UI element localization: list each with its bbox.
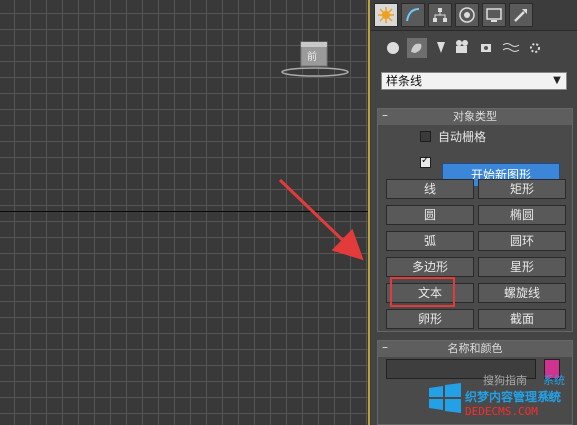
- lights-icon[interactable]: [431, 38, 451, 58]
- category-dropdown-value: 样条线: [386, 74, 423, 88]
- collapse-icon[interactable]: –: [382, 339, 388, 355]
- ngon-button[interactable]: 多边形: [386, 257, 474, 277]
- create-subcategory-row: [377, 38, 573, 58]
- rectangle-button[interactable]: 矩形: [478, 179, 566, 199]
- arc-button[interactable]: 弧: [386, 231, 474, 251]
- rollout-title: 名称和颜色: [447, 342, 503, 355]
- rollout-header[interactable]: – 名称和颜色: [378, 339, 572, 357]
- category-dropdown[interactable]: 样条线 ▼: [381, 72, 567, 90]
- helix-button[interactable]: 螺旋线: [478, 283, 566, 303]
- shapes-icon[interactable]: [407, 38, 427, 58]
- viewport-front[interactable]: 前: [0, 0, 370, 425]
- create-tab-icon[interactable]: [374, 3, 398, 27]
- motion-tab-icon[interactable]: [455, 3, 479, 27]
- ellipse-button[interactable]: 椭圆: [478, 205, 566, 225]
- rollout-header[interactable]: – 对象类型: [378, 107, 572, 125]
- watermark-line-3: DEDECMS.COM: [465, 405, 538, 418]
- viewcube-face-label: 前: [307, 52, 317, 63]
- egg-button[interactable]: 卵形: [386, 309, 474, 329]
- watermark-line-1: 搜狗指南: [483, 374, 527, 387]
- watermark-brand: 系统粉: [543, 374, 565, 403]
- geometry-icon[interactable]: [383, 38, 403, 58]
- star-button[interactable]: 星形: [478, 257, 566, 277]
- utilities-tab-icon[interactable]: [509, 3, 533, 27]
- command-panel-tabs: [371, 0, 577, 31]
- windows-logo-icon: [429, 383, 461, 413]
- circle-button[interactable]: 圆: [386, 205, 474, 225]
- donut-button[interactable]: 圆环: [478, 231, 566, 251]
- systems-icon[interactable]: [525, 38, 545, 58]
- section-button[interactable]: 截面: [478, 309, 566, 329]
- text-button-highlight: [390, 277, 455, 307]
- display-tab-icon[interactable]: [482, 3, 506, 27]
- cameras-icon[interactable]: [453, 38, 473, 58]
- collapse-icon[interactable]: –: [382, 107, 388, 123]
- command-panel: 样条线 ▼ – 对象类型 自动栅格 开始新图形 线 矩形 圆 椭圆 弧 圆环 多…: [371, 0, 577, 425]
- rollout-title: 对象类型: [453, 110, 497, 123]
- start-new-shape-checkbox[interactable]: [420, 155, 431, 168]
- chevron-down-icon: ▼: [553, 75, 561, 86]
- spacewarps-icon[interactable]: [501, 38, 521, 58]
- hierarchy-tab-icon[interactable]: [428, 3, 452, 27]
- watermark: 搜狗指南 织梦内容管理系统 DEDECMS.COM 系统粉: [425, 370, 575, 425]
- line-button[interactable]: 线: [386, 179, 474, 199]
- helpers-icon[interactable]: [477, 38, 497, 58]
- viewcube[interactable]: 前: [280, 40, 350, 80]
- modify-tab-icon[interactable]: [401, 3, 425, 27]
- horizontal-axis-line: [0, 211, 368, 212]
- autogrid-checkbox[interactable]: [420, 131, 431, 142]
- autogrid-label: 自动栅格: [438, 130, 487, 144]
